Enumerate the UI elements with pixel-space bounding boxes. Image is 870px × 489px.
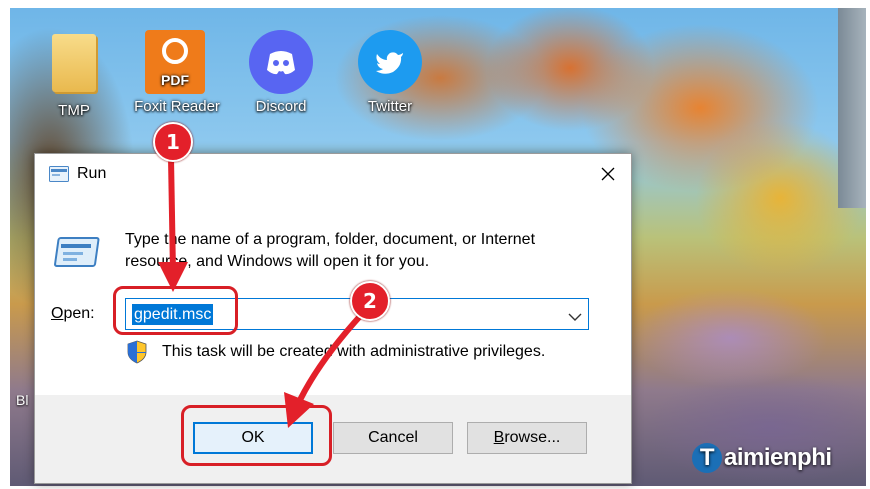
close-icon <box>601 167 615 181</box>
desktop-icon-label: Foxit Reader <box>134 98 220 115</box>
watermark: Taimienphi <box>692 443 832 473</box>
twitter-bird-icon <box>358 30 422 94</box>
browse-button[interactable]: Browse... <box>467 422 587 454</box>
uac-shield-icon <box>126 340 148 369</box>
dialog-titlebar[interactable]: Run <box>35 154 631 194</box>
step-2-badge: 2 <box>350 281 390 321</box>
desktop-icon-discord[interactable]: Discord <box>241 30 321 115</box>
desktop-icon-twitter[interactable]: Twitter <box>350 30 430 115</box>
dialog-title: Run <box>77 165 107 182</box>
desktop-icon-tmp[interactable]: TMP <box>34 30 114 119</box>
browse-mnemonic: B <box>493 429 505 446</box>
open-label-rest: pen: <box>63 305 95 322</box>
callout-open-input <box>113 286 238 335</box>
discord-icon <box>249 30 313 94</box>
watermark-text: aimienphi <box>724 444 832 471</box>
browse-label-rest: rowse... <box>504 429 561 446</box>
desktop-partial-label: Bl <box>16 392 29 408</box>
chevron-down-icon[interactable] <box>568 309 582 327</box>
watermark-logo: T <box>692 443 722 473</box>
dialog-description: Type the name of a program, folder, docu… <box>125 231 536 270</box>
desktop-icon-label: Discord <box>255 98 307 115</box>
desktop-icon-foxit-reader[interactable]: PDF Foxit Reader <box>132 30 222 115</box>
open-label: Open: <box>51 305 95 323</box>
desktop-icon-label: TMP <box>58 102 90 119</box>
step-1-badge: 1 <box>153 122 193 162</box>
admin-privileges-note: This task will be created with administr… <box>162 343 546 360</box>
desktop-icon-label: Twitter <box>367 98 413 115</box>
folder-icon <box>42 34 106 98</box>
callout-ok-button <box>181 405 332 466</box>
open-label-mnemonic: O <box>51 305 64 322</box>
run-window-icon <box>53 236 103 275</box>
run-app-icon <box>49 166 69 187</box>
pdf-badge: PDF <box>161 72 189 88</box>
cancel-button[interactable]: Cancel <box>333 422 453 454</box>
wallpaper-castle <box>838 8 866 208</box>
foxit-pdf-icon: PDF <box>145 30 209 94</box>
close-button[interactable] <box>585 154 631 194</box>
